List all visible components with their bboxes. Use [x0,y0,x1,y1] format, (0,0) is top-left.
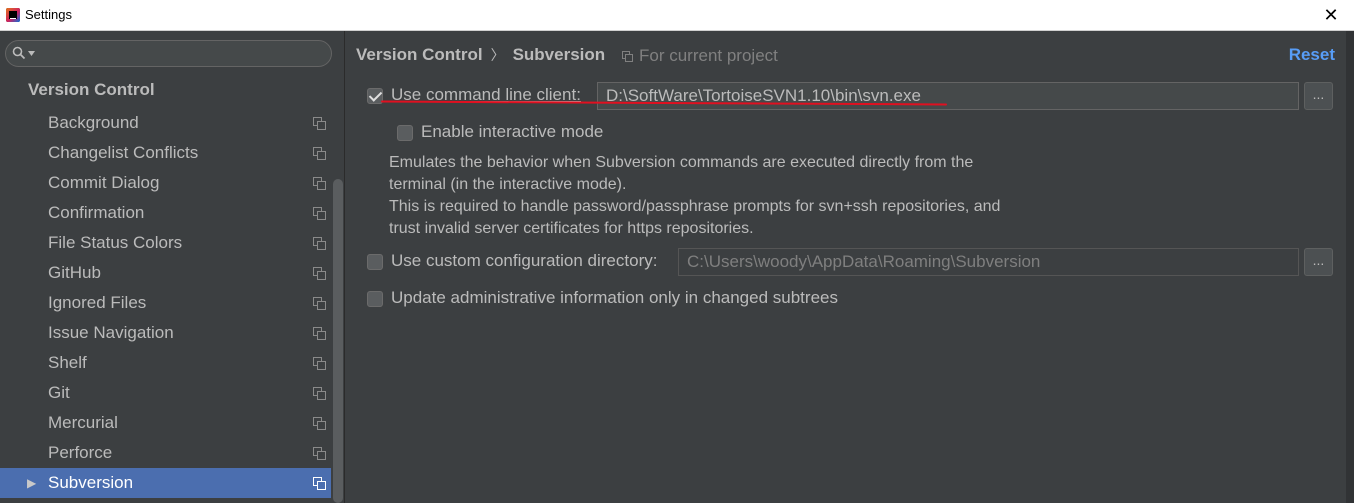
sidebar-item-perforce[interactable]: Perforce [0,438,331,468]
breadcrumb-separator: 〉 [490,47,505,63]
settings-sidebar: Version Control Background Changelist Con… [0,31,345,503]
sidebar-item-confirmation[interactable]: Confirmation [0,198,331,228]
copy-project-icon [313,357,326,370]
project-scope-icon [622,51,633,62]
close-button[interactable]: ✕ [1308,0,1354,31]
settings-tree: Background Changelist Conflicts Commit Dia… [0,108,331,498]
breadcrumb-current: Subversion [512,45,606,64]
sidebar-item-subversion[interactable]: ▶ Subversion [0,468,331,498]
svn-executable-path-field[interactable]: D:\SoftWare\TortoiseSVN1.10\bin\svn.exe [597,82,1299,110]
custom-config-directory-label[interactable]: Use custom configuration directory: [391,251,657,271]
custom-config-directory-checkbox[interactable] [367,254,383,270]
sidebar-item-label: File Status Colors [48,233,183,252]
sidebar-item-label: Mercurial [48,413,118,432]
copy-project-icon [313,147,326,160]
interactive-mode-description: Emulates the behavior when Subversion co… [389,152,1000,240]
sidebar-item-background[interactable]: Background [0,108,331,138]
sidebar-item-label: Perforce [48,443,113,462]
update-admin-info-label[interactable]: Update administrative information only i… [391,288,838,308]
description-line: terminal (in the interactive mode). [389,176,627,193]
sidebar-item-issue-navigation[interactable]: Issue Navigation [0,318,331,348]
sidebar-item-file-status-colors[interactable]: File Status Colors [0,228,331,258]
sidebar-item-label: Commit Dialog [48,173,160,192]
sidebar-item-mercurial[interactable]: Mercurial [0,408,331,438]
sidebar-item-label: GitHub [48,263,101,282]
search-input[interactable] [42,44,326,65]
expand-arrow-icon[interactable]: ▶ [27,468,36,498]
tree-group-version-control[interactable]: Version Control [28,80,155,100]
sidebar-scrollbar[interactable] [333,179,343,503]
enable-interactive-mode-label[interactable]: Enable interactive mode [421,122,603,142]
copy-project-icon [313,447,326,460]
copy-project-icon [313,477,326,490]
intellij-app-icon [6,8,20,22]
enable-interactive-mode-checkbox[interactable] [397,125,413,141]
sidebar-item-label: Shelf [48,353,87,372]
breadcrumb-parent: Version Control [356,45,483,64]
browse-config-directory-button[interactable]: ... [1304,248,1333,276]
sidebar-item-label: Confirmation [48,203,145,222]
copy-project-icon [313,117,326,130]
sidebar-item-changelist-conflicts[interactable]: Changelist Conflicts [0,138,331,168]
copy-project-icon [313,327,326,340]
sidebar-item-label: Background [48,113,139,132]
window-title: Settings [25,7,72,22]
sidebar-item-git[interactable]: Git [0,378,331,408]
search-icon [12,46,26,60]
reset-link[interactable]: Reset [1289,45,1335,65]
update-admin-info-checkbox[interactable] [367,291,383,307]
copy-project-icon [313,177,326,190]
description-line: This is required to handle password/pass… [389,198,1001,215]
config-directory-path-field[interactable]: C:\Users\woody\AppData\Roaming\Subversio… [678,248,1299,276]
breadcrumb: Version Control 〉 Subversion [356,45,605,65]
sidebar-item-label: Issue Navigation [48,323,174,342]
search-box[interactable] [5,40,332,67]
title-bar: Settings ✕ [0,0,1354,31]
sidebar-item-label: Subversion [48,473,134,492]
sidebar-item-github[interactable]: GitHub [0,258,331,288]
copy-project-icon [313,267,326,280]
copy-project-icon [313,207,326,220]
scope-label: For current project [639,46,778,65]
sidebar-item-label: Git [48,383,70,402]
description-line: trust invalid server certificates for ht… [389,220,754,237]
copy-project-icon [313,387,326,400]
sidebar-item-label: Ignored Files [48,293,147,312]
sidebar-item-label: Changelist Conflicts [48,143,199,162]
sidebar-item-ignored-files[interactable]: Ignored Files [0,288,331,318]
sidebar-item-shelf[interactable]: Shelf [0,348,331,378]
copy-project-icon [313,417,326,430]
settings-content: Version Control 〉 Subversion For current p… [346,31,1354,503]
copy-project-icon [313,297,326,310]
right-edge-strip [1346,31,1354,503]
project-scope: For current project [622,46,778,66]
copy-project-icon [313,237,326,250]
search-dropdown-icon[interactable] [28,51,35,56]
browse-svn-executable-button[interactable]: ... [1304,82,1333,110]
sidebar-item-commit-dialog[interactable]: Commit Dialog [0,168,331,198]
description-line: Emulates the behavior when Subversion co… [389,154,974,171]
